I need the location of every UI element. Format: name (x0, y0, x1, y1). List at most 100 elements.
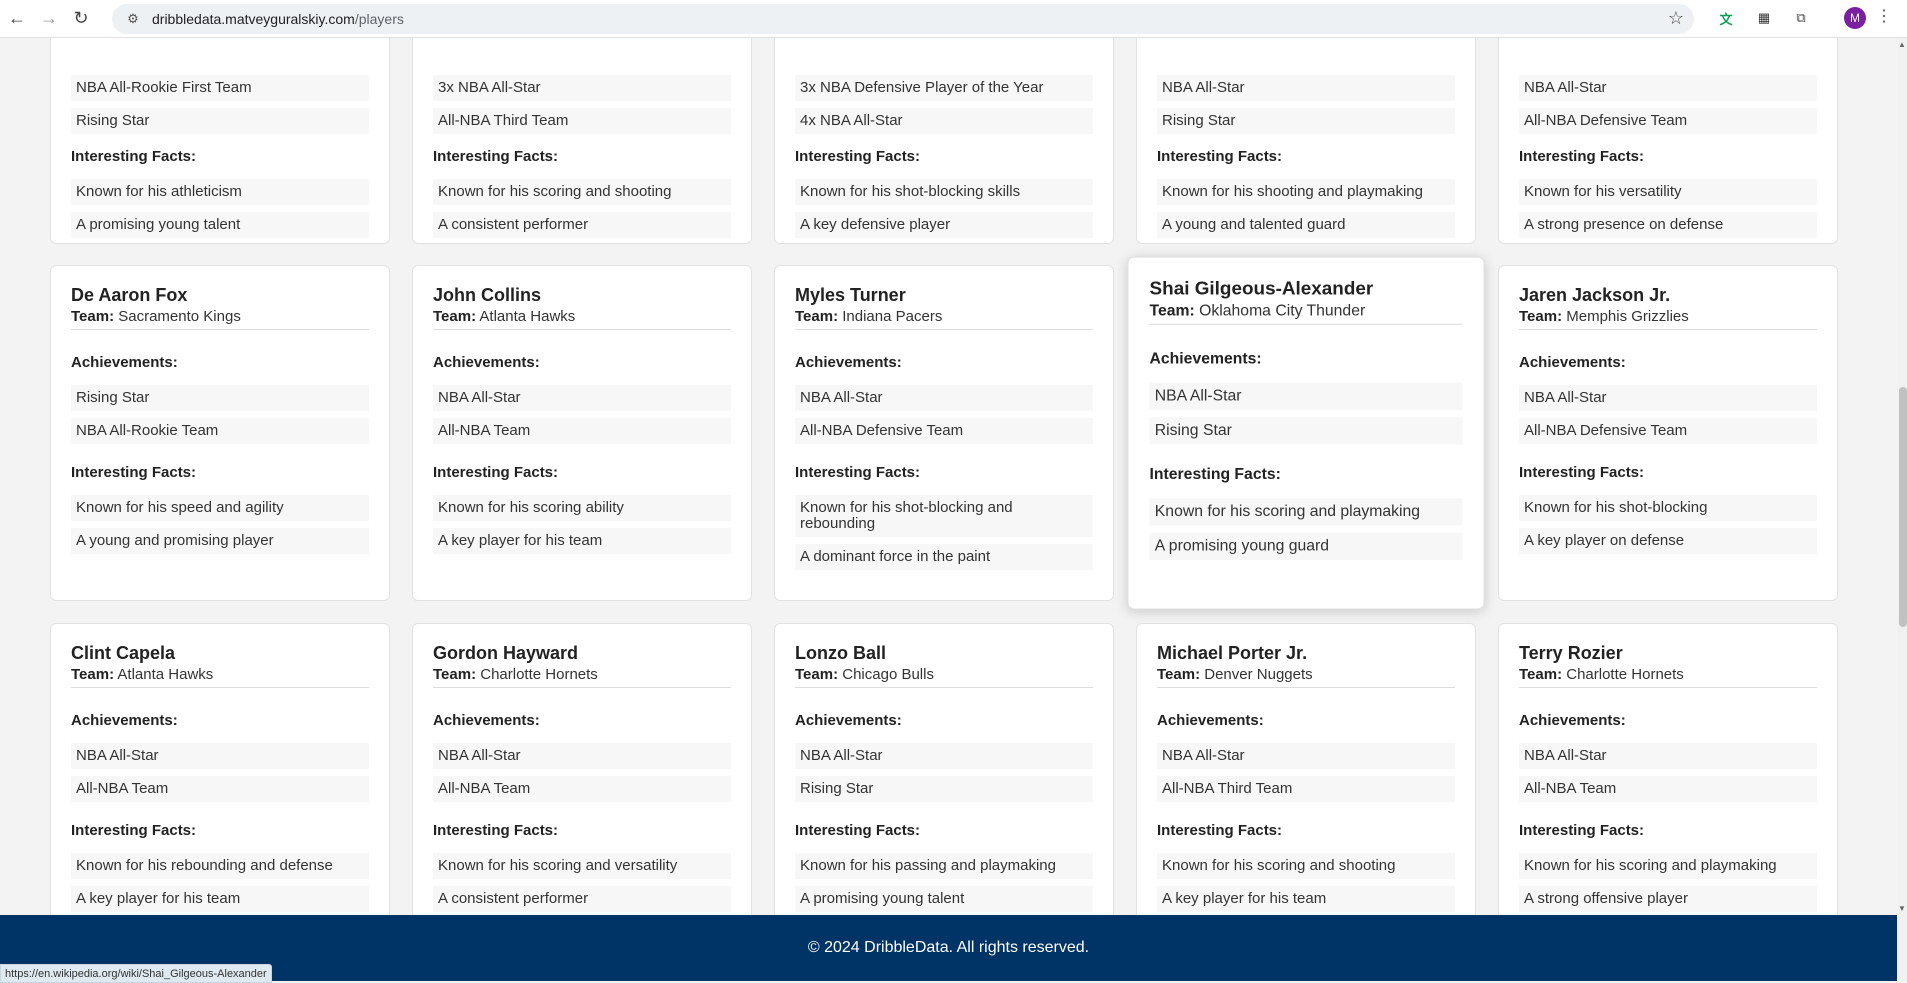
player-card[interactable]: NBA All-Star Rising Star Interesting Facts… (1136, 38, 1476, 244)
forward-icon[interactable]: → (34, 4, 64, 34)
facts-title: Interesting Facts: (1519, 464, 1645, 481)
facts-title: Interesting Facts: (1519, 148, 1645, 165)
achievement-item: All-NBA Defensive Team (1519, 108, 1817, 134)
achievement-item: NBA All-Star (1157, 75, 1455, 101)
player-card[interactable]: Shai Gilgeous-Alexander Team: Oklahoma Ci… (1127, 256, 1485, 610)
fact-item: A promising young talent (795, 886, 1093, 912)
team-name: Sacramento Kings (118, 308, 241, 325)
player-name[interactable]: Shai Gilgeous-Alexander (1150, 277, 1463, 300)
facts-title: Interesting Facts: (1157, 822, 1283, 839)
achievement-item: NBA All-Star (1519, 743, 1817, 769)
facts-title: Interesting Facts: (795, 148, 921, 165)
player-card[interactable]: Myles Turner Team: Indiana Pacers Achievem… (774, 265, 1114, 601)
fact-item: Known for his shot-blocking and reboundi… (795, 495, 1093, 537)
scrollbar-thumb[interactable] (1899, 387, 1907, 627)
fact-item: A key player for his team (71, 886, 369, 912)
achievements-title: Achievements: (71, 354, 178, 371)
translate-icon[interactable]: 文 (1715, 7, 1737, 29)
achievement-item: Rising Star (1157, 108, 1455, 134)
achievement-item: All-NBA Team (433, 776, 731, 802)
achievement-item: Rising Star (795, 776, 1093, 802)
player-card[interactable]: De Aaron Fox Team: Sacramento Kings Achiev… (50, 265, 390, 601)
player-team: Team: Charlotte Hornets (433, 666, 731, 688)
fact-item: Known for his scoring and playmaking (1519, 853, 1817, 879)
team-name: Charlotte Hornets (1566, 666, 1684, 683)
player-card[interactable]: Lonzo Ball Team: Chicago Bulls Achievement… (774, 623, 1114, 915)
player-name[interactable]: Myles Turner (795, 284, 1093, 306)
achievement-item: All-NBA Team (1519, 776, 1817, 802)
team-label: Team: (795, 308, 839, 325)
team-name: Atlanta Hawks (479, 308, 576, 325)
team-name: Indiana Pacers (842, 308, 943, 325)
achievement-item: NBA All-Star (433, 385, 731, 411)
player-name[interactable]: Clint Capela (71, 642, 369, 664)
kebab-menu-icon[interactable]: ⋮ (1876, 6, 1892, 26)
footer: © 2024 DribbleData. All rights reserved. (0, 915, 1897, 981)
fact-item: A dominant force in the paint (795, 544, 1093, 570)
player-card[interactable]: Terry Rozier Team: Charlotte Hornets Achie… (1498, 623, 1838, 915)
player-card[interactable]: NBA All-Star All-NBA Defensive Team Intere… (1498, 38, 1838, 244)
back-icon[interactable]: ← (2, 4, 32, 34)
fact-item: Known for his scoring and shooting (1157, 853, 1455, 879)
scroll-up-icon[interactable]: ▲ (1898, 40, 1906, 49)
url-text[interactable]: dribbledata.matveyguralskiy.com/players (152, 11, 404, 27)
achievement-item: NBA All-Star (1519, 75, 1817, 101)
team-label: Team: (1519, 666, 1563, 683)
facts-title: Interesting Facts: (433, 822, 559, 839)
player-team: Team: Sacramento Kings (71, 308, 369, 330)
team-label: Team: (1149, 301, 1195, 320)
player-name[interactable]: Lonzo Ball (795, 642, 1093, 664)
player-name[interactable]: De Aaron Fox (71, 284, 369, 306)
achievements-title: Achievements: (1519, 354, 1626, 371)
player-name[interactable]: Terry Rozier (1519, 642, 1817, 664)
qr-code-icon[interactable]: ▦ (1753, 7, 1775, 29)
player-card[interactable]: 3x NBA Defensive Player of the Year 4x NB… (774, 38, 1114, 244)
team-name: Chicago Bulls (842, 666, 934, 683)
page-content: NBA All-Rookie First Team Rising Star Inte… (0, 38, 1897, 915)
player-card[interactable]: NBA All-Rookie First Team Rising Star Inte… (50, 38, 390, 244)
player-name[interactable]: Michael Porter Jr. (1157, 642, 1455, 664)
team-label: Team: (1519, 308, 1563, 325)
team-name: Denver Nuggets (1204, 666, 1313, 683)
player-team: Team: Atlanta Hawks (71, 666, 369, 688)
puzzle-icon[interactable]: ⧉ (1790, 7, 1812, 29)
player-name[interactable]: John Collins (433, 284, 731, 306)
star-icon[interactable]: ☆ (1668, 8, 1684, 29)
fact-item: A young and talented guard (1157, 212, 1455, 238)
player-card[interactable]: Gordon Hayward Team: Charlotte Hornets Ach… (412, 623, 752, 915)
team-label: Team: (1157, 666, 1201, 683)
achievement-item: 4x NBA All-Star (795, 108, 1093, 134)
player-name[interactable]: Jaren Jackson Jr. (1519, 284, 1817, 306)
achievement-item: 3x NBA Defensive Player of the Year (795, 75, 1093, 101)
facts-title: Interesting Facts: (71, 464, 197, 481)
address-bar[interactable]: ⚙ dribbledata.matveyguralskiy.com/player… (112, 4, 1694, 34)
achievement-item: All-NBA Third Team (1157, 776, 1455, 802)
player-team: Team: Charlotte Hornets (1519, 666, 1817, 688)
achievement-item: NBA All-Rookie First Team (71, 75, 369, 101)
facts-title: Interesting Facts: (433, 148, 559, 165)
reload-icon[interactable]: ↻ (66, 4, 96, 34)
facts-title: Interesting Facts: (71, 822, 197, 839)
site-info-icon[interactable]: ⚙ (122, 8, 144, 30)
facts-title: Interesting Facts: (795, 822, 921, 839)
player-team: Team: Denver Nuggets (1157, 666, 1455, 688)
fact-item: Known for his shooting and playmaking (1157, 179, 1455, 205)
achievement-item: NBA All-Star (1519, 385, 1817, 411)
player-team: Team: Chicago Bulls (795, 666, 1093, 688)
scroll-down-icon[interactable]: ▼ (1898, 904, 1906, 913)
avatar[interactable]: M (1844, 7, 1866, 29)
achievement-item: NBA All-Star (1157, 743, 1455, 769)
team-label: Team: (795, 666, 839, 683)
achievements-title: Achievements: (1149, 350, 1262, 368)
team-name: Memphis Grizzlies (1566, 308, 1689, 325)
achievement-item: Rising Star (1149, 417, 1463, 445)
player-card[interactable]: John Collins Team: Atlanta Hawks Achieveme… (412, 265, 752, 601)
player-card[interactable]: 3x NBA All-Star All-NBA Third Team Interes… (412, 38, 752, 244)
fact-item: A promising young guard (1149, 532, 1463, 561)
player-card[interactable]: Jaren Jackson Jr. Team: Memphis Grizzlies… (1498, 265, 1838, 601)
player-card[interactable]: Michael Porter Jr. Team: Denver Nuggets Ac… (1136, 623, 1476, 915)
achievement-item: NBA All-Star (433, 743, 731, 769)
achievements-title: Achievements: (71, 712, 178, 729)
player-card[interactable]: Clint Capela Team: Atlanta Hawks Achieveme… (50, 623, 390, 915)
player-name[interactable]: Gordon Hayward (433, 642, 731, 664)
